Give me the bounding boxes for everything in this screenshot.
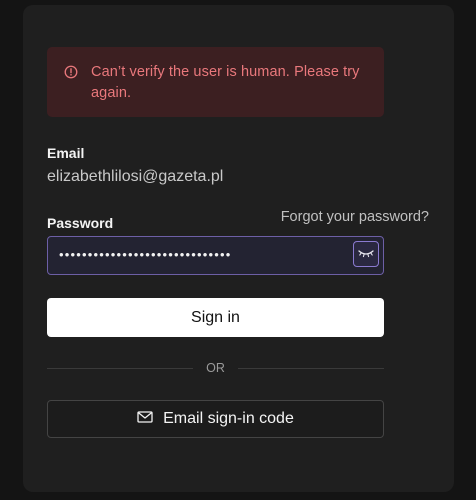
email-sign-in-code-label: Email sign-in code xyxy=(163,410,294,427)
eye-closed-icon xyxy=(358,250,374,258)
forgot-password-link[interactable]: Forgot your password? xyxy=(281,209,429,225)
alert-circle-icon xyxy=(64,65,78,79)
mail-icon xyxy=(137,411,153,423)
sign-in-button[interactable]: Sign in xyxy=(47,298,384,337)
password-label: Password xyxy=(47,215,114,231)
password-masked-value: •••••••••••••••••••••••••••••• xyxy=(59,247,232,262)
or-divider: OR xyxy=(47,360,384,376)
email-label: Email xyxy=(47,145,85,161)
divider-line-right xyxy=(238,368,384,369)
error-message: Can’t verify the user is human. Please t… xyxy=(91,64,360,101)
error-alert: Can’t verify the user is human. Please t… xyxy=(47,47,384,117)
email-sign-in-code-button[interactable]: Email sign-in code xyxy=(47,400,384,438)
password-field[interactable]: •••••••••••••••••••••••••••••• xyxy=(47,236,384,275)
show-password-toggle[interactable] xyxy=(353,241,379,267)
email-value[interactable]: elizabethlilosi@gazeta.pl xyxy=(47,168,223,186)
